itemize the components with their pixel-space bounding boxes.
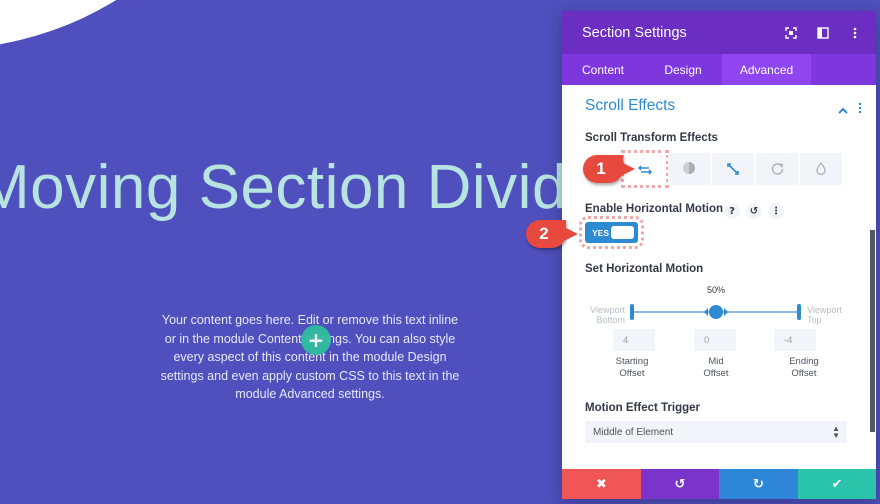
option-more-icon[interactable]: ⋮ [768,203,784,219]
effect-blur[interactable] [800,153,842,185]
panel-title: Section Settings [582,24,687,41]
motion-trigger-select[interactable]: Middle of Element ▲ ▼ [585,421,847,443]
panel-scrollbar[interactable] [870,230,875,432]
slider-end-handle[interactable] [797,304,801,320]
annotation-badge-2: 2 [526,220,578,248]
mid-offset-label: Mid Offset [703,356,729,379]
cancel-button[interactable]: ✖ [562,469,641,499]
reset-icon[interactable]: ↺ [746,203,762,219]
add-module-button[interactable]: + [301,325,331,355]
save-button[interactable]: ✔ [798,469,876,499]
effect-fading[interactable] [668,153,710,185]
starting-offset-label: Starting Offset [615,356,649,379]
scaling-icon [727,160,739,179]
section-divider-shape [0,0,321,78]
starting-offset-input[interactable]: 4 [613,329,655,351]
ending-offset-label: Ending Offset [789,356,819,379]
ending-offset-input[interactable]: -4 [774,329,816,351]
section-more-icon[interactable] [858,99,862,118]
chevron-up-icon[interactable] [838,99,848,118]
set-horizontal-motion-label: Set Horizontal Motion [585,263,704,275]
fading-icon [682,160,696,179]
tab-advanced[interactable]: Advanced [722,54,811,85]
panel-header[interactable]: Section Settings [562,11,876,54]
toggle-knob [611,226,634,239]
rotating-icon [771,160,784,179]
viewport-bottom-label: Viewport Bottom [590,305,625,325]
section-settings-panel: Section Settings Content Design Advanced… [562,11,876,499]
blur-icon [816,160,826,179]
effect-rotating[interactable] [756,153,798,185]
enable-horizontal-motion-label: Enable Horizontal Motion [585,203,723,215]
effect-scaling[interactable] [712,153,754,185]
hero-title: Moving Section Divide [0,153,602,222]
redo-icon: ↻ [753,476,764,492]
slider-mid-handle[interactable] [709,305,723,319]
mid-offset-input[interactable]: 0 [694,329,736,351]
motion-trigger-value: Middle of Element [593,426,674,438]
scroll-transform-label: Scroll Transform Effects [585,132,718,144]
tab-content[interactable]: Content [562,54,644,85]
undo-icon: ↺ [674,476,686,492]
slider-start-handle[interactable] [630,304,634,320]
more-vertical-icon[interactable] [848,26,862,40]
close-icon: ✖ [596,476,607,492]
scroll-effects-selector [621,150,842,188]
slider-mid-right-arrow [724,308,728,316]
plus-icon: + [307,328,325,352]
annotation-badge-1: 1 [583,155,635,183]
toggle-label: YES [592,227,610,238]
settings-tabs: Content Design Advanced [562,54,876,85]
help-icon[interactable]: ? [724,203,740,219]
horizontal-motion-icon [637,160,653,179]
panel-footer: ✖ ↺ ↻ ✔ [562,469,876,499]
slider-mid-left-arrow [704,308,708,316]
mid-percent-label: 50% [707,285,726,295]
checkmark-icon: ✔ [831,476,843,492]
redo-button[interactable]: ↻ [719,469,798,499]
tab-design[interactable]: Design [644,54,722,85]
viewport-top-label: Viewport Top [807,305,842,325]
horizontal-motion-toggle[interactable]: YES [579,216,644,249]
undo-button[interactable]: ↺ [641,469,719,499]
motion-trigger-label: Motion Effect Trigger [585,402,700,414]
sidebar-layout-icon[interactable] [816,26,830,40]
panel-content: Scroll Effects Scroll Transform Effects [562,85,876,469]
select-caret-icon: ▲ ▼ [832,424,840,440]
scroll-effects-title[interactable]: Scroll Effects [585,97,675,115]
expand-icon[interactable] [784,26,798,40]
